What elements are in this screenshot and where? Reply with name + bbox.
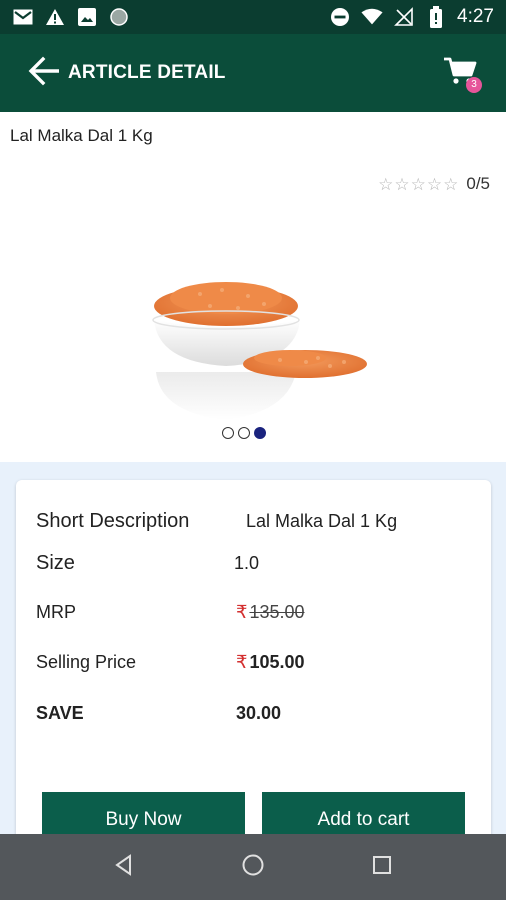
size-value: 1.0 [234,553,260,573]
short-description-value: Lal Malka Dal 1 Kg [246,511,398,531]
rupee-icon: ₹ [236,652,248,672]
carousel-indicator[interactable] [222,427,266,439]
image-icon [76,7,98,27]
no-sim-icon [393,7,415,27]
navigation-bar [0,834,506,900]
star-icon[interactable]: ☆ [427,176,442,193]
status-left [12,7,130,27]
save-value: 30.00 [236,703,282,723]
short-description-label: Short Description [36,510,190,532]
carousel-dot-active[interactable] [254,427,266,439]
gmail-icon [12,7,34,27]
circle-icon [108,7,130,27]
short-description-row: Short Description Lal Malka Dal 1 Kg [36,510,397,533]
selling-price-amount: 105.00 [249,652,305,672]
cart-count-badge: 3 [466,77,482,93]
save-row: SAVE 30.00 [36,703,281,724]
app-bar: ARTICLE DETAIL 3 [0,34,506,112]
selling-price-row: Selling Price ₹105.00 [36,652,305,673]
star-icon[interactable]: ☆ [411,176,426,193]
mrp-amount: 135.00 [249,602,305,622]
nav-recents-button[interactable] [362,847,402,887]
carousel-dot[interactable] [222,427,234,439]
carousel-dot[interactable] [238,427,250,439]
triangle-back-icon [113,853,135,881]
cart-button[interactable]: 3 [436,51,484,95]
size-label: Size [36,552,75,574]
circle-home-icon [241,853,265,882]
status-time: 4:27 [457,6,494,27]
product-name: Lal Malka Dal 1 Kg [10,126,153,145]
back-button[interactable] [24,53,64,93]
alert-icon [44,7,66,27]
wifi-icon [361,7,383,27]
status-right: 4:27 [329,6,494,28]
nav-back-button[interactable] [104,847,144,887]
rating-stars[interactable]: ☆ ☆ ☆ ☆ ☆ [378,176,458,193]
mrp-value: ₹135.00 [236,602,305,623]
nav-home-button[interactable] [233,847,273,887]
selling-price-value: ₹105.00 [236,652,305,673]
mrp-row: MRP ₹135.00 [36,602,305,623]
mrp-label: MRP [36,602,76,622]
save-label: SAVE [36,703,84,723]
rupee-icon: ₹ [236,602,248,622]
status-bar: 4:27 [0,0,506,34]
page-title: ARTICLE DETAIL [68,62,226,83]
square-recents-icon [371,854,393,881]
star-icon[interactable]: ☆ [394,176,409,193]
product-rating[interactable]: ☆ ☆ ☆ ☆ ☆ 0/5 [378,174,490,194]
star-icon[interactable]: ☆ [443,176,458,193]
battery-icon [425,6,447,28]
size-row: Size 1.0 [36,552,259,575]
star-icon[interactable]: ☆ [378,176,393,193]
rating-text: 0/5 [466,174,490,193]
selling-price-label: Selling Price [36,652,137,672]
details-card: Short Description Lal Malka Dal 1 Kg Siz… [16,480,491,850]
do-not-disturb-icon [329,7,351,27]
product-image[interactable] [130,262,380,432]
arrow-back-icon [27,56,61,91]
